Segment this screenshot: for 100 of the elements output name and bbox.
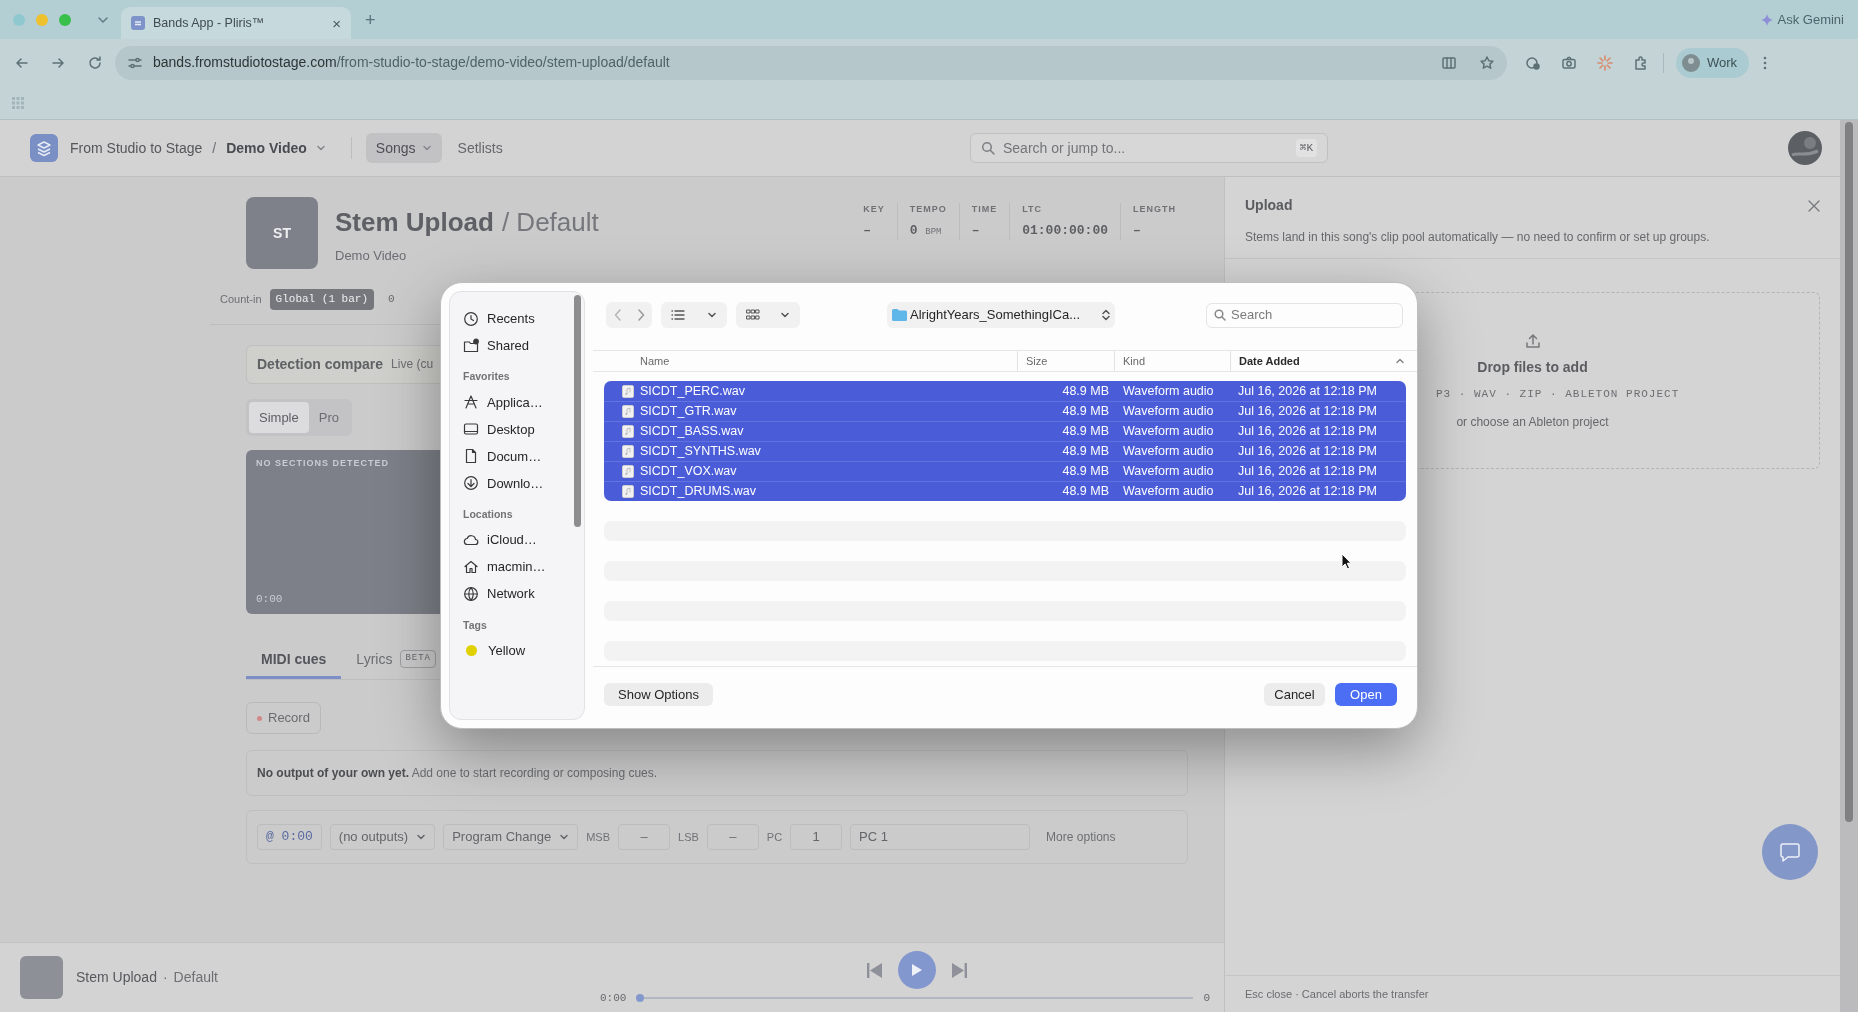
cue-name-field[interactable]: PC 1 [850,824,1031,850]
record-button[interactable]: Record [246,702,321,734]
msb-field[interactable]: – [618,824,671,850]
panel-description: Stems land in this song's clip pool automatically — no need to confirm or set up groups. [1245,229,1711,246]
file-kind: Waveform audio [1123,382,1215,400]
file-row[interactable]: SICDT_BASS.wav 48.9 MB Waveform audio Jul 16, 2026 at 12:18 PM [604,421,1406,441]
cue-time-field[interactable]: @ 0:00 [257,824,322,850]
browser-tab[interactable]: Bands App - Pliris™ × [121,7,351,39]
meta-value: 0 BPM [909,221,943,240]
breadcrumb-link[interactable]: From Studio to Stage [70,137,203,159]
chevron-down-icon [416,832,427,842]
search-icon [981,141,995,155]
chevron-down-icon[interactable] [315,143,326,153]
nav-tab[interactable]: Songs [365,133,442,163]
user-avatar[interactable] [1788,131,1822,165]
close-icon[interactable] [1808,199,1820,212]
reload-icon[interactable] [87,54,103,71]
location-popup[interactable]: AlrightYears_SomethingICa... [887,302,1115,328]
file-name: SICDT_GTR.wav [640,403,738,421]
globe-icon [463,586,479,602]
scrollbar[interactable] [1840,120,1858,1012]
camera-icon[interactable] [1561,54,1577,71]
audio-file-icon [622,425,634,438]
app-logo-icon[interactable] [30,134,58,162]
audio-file-icon [622,485,634,498]
folder-icon [892,309,907,321]
breadcrumb-link[interactable]: Demo Video [226,137,307,159]
file-row[interactable]: SICDT_GTR.wav 48.9 MB Waveform audio Jul 16, 2026 at 12:18 PM [604,401,1406,421]
content-tab[interactable]: MIDI cues [246,642,342,679]
file-size: 48.9 MB [1061,382,1109,400]
next-icon[interactable] [951,961,968,979]
search-icon [1214,309,1226,321]
column-header[interactable]: Kind [1115,351,1231,371]
file-row[interactable]: SICDT_PERC.wav 48.9 MB Waveform audio Jul 16, 2026 at 12:18 PM [604,381,1406,401]
meta-label: TIME [971,203,998,216]
sidebar-item[interactable]: iCloud… [463,526,584,554]
player-variant: Default [173,968,218,987]
sidebar-item[interactable]: Shared [463,332,584,359]
meta-label: LENGTH [1133,203,1176,216]
new-tab-button[interactable]: + [365,10,376,29]
puzzle-icon[interactable] [1633,54,1649,71]
chevron-down-icon [780,310,790,320]
file-kind: Waveform audio [1123,443,1215,461]
audio-file-icon [622,384,634,398]
ask-gemini-button[interactable]: Ask Gemini [1760,9,1844,30]
chat-button[interactable] [1762,824,1818,880]
song-variant: / Default [501,206,599,239]
chevron-down-icon [707,310,717,320]
column-header[interactable]: Size [1018,351,1115,371]
show-options-button[interactable]: Show Options [604,683,713,706]
menu-icon[interactable] [1763,55,1768,70]
apps-grid-icon[interactable] [12,96,24,109]
count-in-option[interactable]: Global (1 bar) [269,289,374,310]
column-header[interactable]: Name [640,351,1018,371]
grid-view-button[interactable] [736,302,800,328]
chat-bubble-icon [1779,841,1801,863]
up-down-icon [1102,309,1110,321]
cancel-button[interactable]: Cancel [1264,683,1325,706]
address-bar[interactable]: bands.fromstudiotostage.com/from-studio-to-stage/demo-video/stem-upload/default [115,45,1507,80]
song-subtitle: Demo Video [335,247,408,265]
profile-button[interactable]: Work [1676,47,1750,78]
sidebar-item[interactable]: Network [463,580,584,608]
mode-option[interactable]: Simple [249,401,309,433]
ableton-link[interactable]: or choose an Ableton project [1456,412,1609,431]
detection-note: Live (cu [391,356,434,373]
content-tab[interactable]: Lyrics BETA [341,642,451,679]
more-options-link[interactable]: More options [1046,828,1116,846]
reader-mode-icon[interactable] [1441,54,1457,71]
open-button[interactable]: Open [1335,683,1397,706]
sidebar-item[interactable]: Yellow [463,637,584,665]
progress-thumb[interactable] [636,993,645,1002]
sidebar-item[interactable]: Downlo… [463,469,584,497]
list-view-button[interactable] [661,302,727,328]
file-row[interactable]: SICDT_DRUMS.wav 48.9 MB Waveform audio Jul 16, 2026 at 12:18 PM [604,481,1406,501]
sidebar-item[interactable]: Desktop [463,415,584,443]
bookmark-star-icon[interactable] [1479,54,1495,71]
nav-tab[interactable]: Setlists [447,133,513,163]
previous-icon[interactable] [866,961,883,979]
sidebar-item[interactable]: Docum… [463,442,584,470]
search-field[interactable]: Search or jump to... ⌘K [970,133,1328,163]
message-select[interactable]: Program Change [443,824,579,850]
sidebar-item[interactable]: Recents [463,305,584,332]
play-button[interactable] [898,951,936,989]
sun-icon[interactable] [1597,54,1613,71]
extension-icon[interactable] [1525,54,1541,71]
scrollbar-thumb[interactable] [574,295,581,527]
sidebar-item[interactable]: macmin… [463,553,584,581]
meta-value: – [1133,221,1142,240]
file-row[interactable]: SICDT_SYNTHS.wav 48.9 MB Waveform audio Jul 16, 2026 at 12:18 PM [604,441,1406,461]
sidebar-item[interactable]: Applica… [463,388,584,416]
close-tab-button[interactable]: × [332,15,341,31]
lsb-field[interactable]: – [706,824,759,850]
zoom-window-button[interactable] [59,13,71,26]
meta-value: – [971,221,981,240]
pc-field[interactable]: 1 [790,824,843,850]
output-select[interactable]: (no outputs) [329,824,436,850]
search-field[interactable]: Search [1206,302,1403,328]
count-in-option[interactable]: 0 [382,289,401,310]
mode-option[interactable]: Pro [308,401,349,433]
file-row[interactable]: SICDT_VOX.wav 48.9 MB Waveform audio Jul 16, 2026 at 12:18 PM [604,461,1406,481]
